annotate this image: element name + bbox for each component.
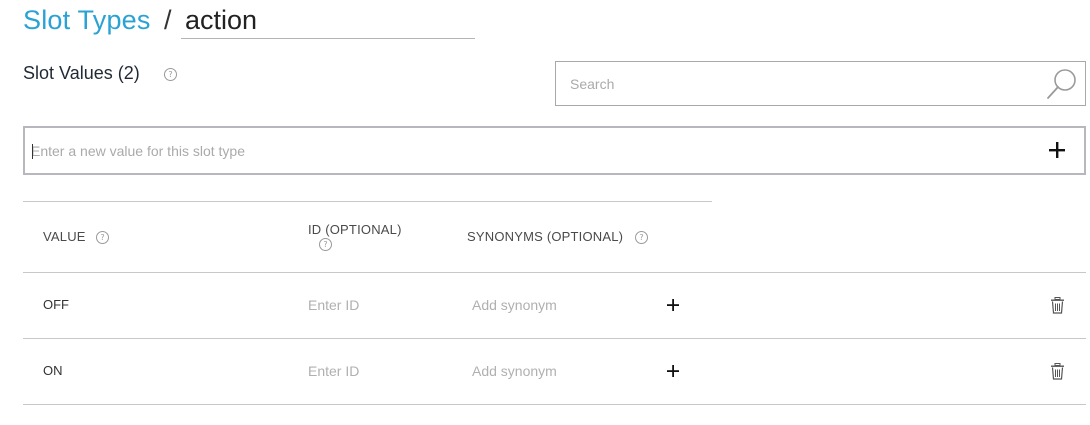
- table-divider: [23, 272, 1086, 273]
- help-icon[interactable]: ?: [319, 238, 332, 251]
- table-divider: [23, 404, 1086, 405]
- slot-value-text: OFF: [43, 297, 69, 312]
- text-caret: [32, 144, 33, 159]
- column-header-value: VALUE: [43, 229, 86, 244]
- plus-icon: [667, 299, 679, 311]
- trash-icon[interactable]: [1050, 363, 1065, 380]
- id-input[interactable]: [308, 362, 448, 380]
- new-value-box: [23, 126, 1086, 175]
- search-input[interactable]: [556, 62, 1026, 105]
- add-value-button[interactable]: [1044, 137, 1070, 163]
- plus-icon: [667, 365, 679, 377]
- trash-icon[interactable]: [1050, 297, 1065, 314]
- synonym-input[interactable]: [472, 296, 642, 314]
- id-input[interactable]: [308, 296, 448, 314]
- plus-icon: [1049, 142, 1065, 158]
- column-header-id: ID (OPTIONAL): [308, 222, 402, 237]
- add-synonym-button[interactable]: [664, 296, 682, 314]
- slot-value-text: ON: [43, 363, 63, 378]
- slot-type-name-input[interactable]: [181, 2, 475, 39]
- slot-type-editor: Slot Types / Slot Values (2) ? VALUE ? I…: [0, 0, 1090, 425]
- add-synonym-button[interactable]: [664, 362, 682, 380]
- synonym-input[interactable]: [472, 362, 642, 380]
- search-box: [555, 61, 1086, 106]
- table-divider: [23, 338, 1086, 339]
- help-icon[interactable]: ?: [635, 231, 648, 244]
- breadcrumb-slot-types-link[interactable]: Slot Types: [23, 2, 151, 38]
- table-header-top-divider: [23, 201, 712, 202]
- search-icon[interactable]: [1045, 67, 1079, 101]
- help-icon[interactable]: ?: [164, 68, 177, 81]
- section-title: Slot Values (2): [23, 63, 140, 83]
- help-icon[interactable]: ?: [96, 231, 109, 244]
- breadcrumb-separator: /: [164, 5, 172, 35]
- column-header-synonyms: SYNONYMS (OPTIONAL): [467, 229, 624, 244]
- new-value-input[interactable]: [25, 128, 1025, 173]
